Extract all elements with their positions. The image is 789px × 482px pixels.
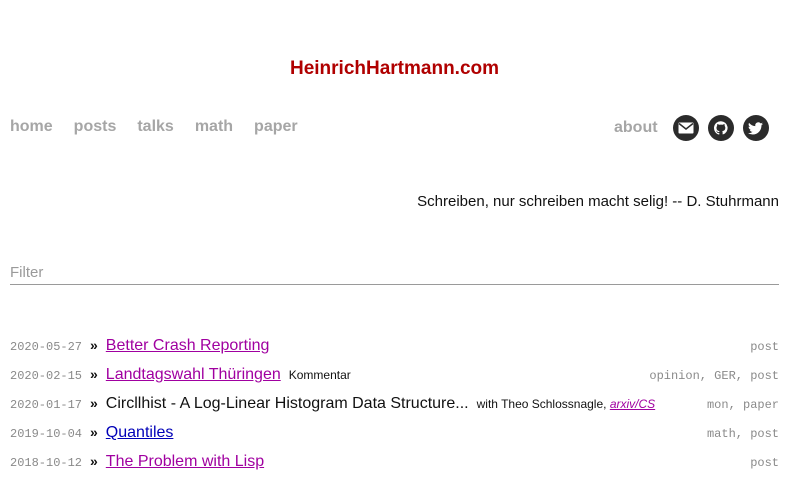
post-note: with Theo Schlossnagle, arxiv/CS — [477, 397, 656, 411]
nav-talks[interactable]: talks — [137, 118, 173, 136]
post-tags: mon, paper — [706, 398, 779, 412]
raquo-icon: » — [90, 337, 98, 353]
mail-icon[interactable] — [672, 115, 699, 141]
post-tags: post — [750, 456, 779, 470]
post-date: 2020-01-17 — [10, 398, 83, 412]
page-quote: Schreiben, nur schreiben macht selig! --… — [417, 193, 779, 210]
post-tags: math, post — [706, 427, 779, 441]
list-item: 2019-10-04 » Quantiles math, post — [10, 424, 779, 453]
github-icon[interactable] — [707, 115, 734, 141]
raquo-icon: » — [90, 424, 98, 440]
nav-home[interactable]: home — [10, 118, 53, 136]
post-note: Kommentar — [288, 368, 351, 382]
site-title[interactable]: HeinrichHartmann.com — [0, 58, 789, 80]
post-date: 2018-10-12 — [10, 456, 83, 470]
arxiv-link[interactable]: arxiv/CS — [610, 397, 655, 411]
raquo-icon: » — [90, 395, 98, 411]
list-item: 2020-02-15 » Landtagswahl Thüringen Komm… — [10, 366, 779, 395]
raquo-icon: » — [90, 453, 98, 469]
list-item: 2020-05-27 » Better Crash Reporting post — [10, 337, 779, 366]
filter-input[interactable] — [10, 262, 779, 285]
nav-math[interactable]: math — [195, 118, 233, 136]
post-tags: opinion, GER, post — [649, 369, 779, 383]
main-nav: home posts talks math paper — [10, 118, 319, 136]
post-title: Circllhist - A Log-Linear Histogram Data… — [105, 395, 469, 412]
post-list: 2020-05-27 » Better Crash Reporting post… — [10, 337, 779, 482]
nav-paper[interactable]: paper — [254, 118, 298, 136]
post-coauthor: with Theo Schlossnagle, — [476, 397, 607, 411]
nav-about[interactable]: about — [614, 115, 658, 141]
twitter-icon[interactable] — [742, 115, 769, 141]
post-title-link[interactable]: Landtagswahl Thüringen — [106, 366, 281, 384]
raquo-icon: » — [90, 366, 98, 382]
post-title-link[interactable]: The Problem with Lisp — [106, 453, 264, 471]
list-item: 2020-01-17 » Circllhist - A Log-Linear H… — [10, 395, 779, 424]
post-date: 2020-02-15 — [10, 369, 83, 383]
post-date: 2019-10-04 — [10, 427, 83, 441]
secondary-nav: about — [614, 115, 769, 141]
nav-posts[interactable]: posts — [74, 118, 117, 136]
post-tags: post — [750, 340, 779, 354]
post-date: 2020-05-27 — [10, 340, 83, 354]
post-title-link[interactable]: Quantiles — [106, 424, 174, 442]
post-title-link[interactable]: Better Crash Reporting — [106, 337, 270, 355]
